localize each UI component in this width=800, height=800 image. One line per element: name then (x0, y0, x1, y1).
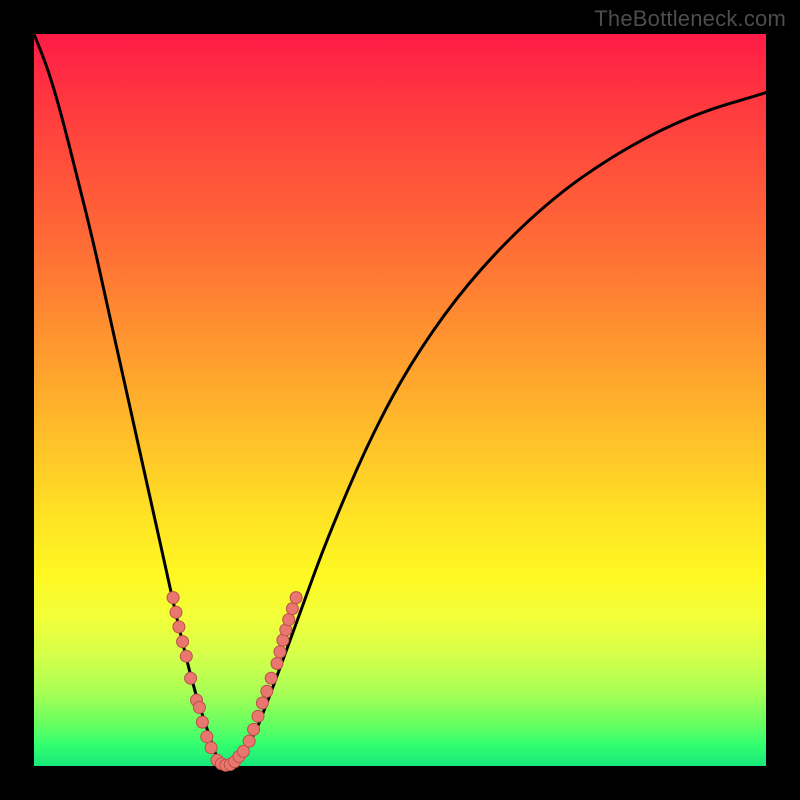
data-point (256, 697, 268, 709)
data-point (196, 716, 208, 728)
dots-group (167, 592, 302, 772)
data-point (170, 606, 182, 618)
data-point (185, 672, 197, 684)
data-point (286, 603, 298, 615)
data-point (243, 735, 255, 747)
data-point (283, 614, 295, 626)
data-point (205, 742, 217, 754)
data-point (201, 731, 213, 743)
data-point (261, 685, 273, 697)
chart-frame: TheBottleneck.com (0, 0, 800, 800)
bottleneck-curve (34, 34, 766, 766)
watermark-text: TheBottleneck.com (594, 6, 786, 32)
data-point (193, 701, 205, 713)
data-point (177, 636, 189, 648)
data-point (248, 723, 260, 735)
chart-svg (34, 34, 766, 766)
data-point (271, 658, 283, 670)
curve-group (34, 34, 766, 766)
data-point (180, 650, 192, 662)
plot-area (34, 34, 766, 766)
data-point (290, 592, 302, 604)
data-point (274, 646, 286, 658)
data-point (252, 710, 264, 722)
data-point (173, 621, 185, 633)
data-point (265, 672, 277, 684)
data-point (167, 592, 179, 604)
